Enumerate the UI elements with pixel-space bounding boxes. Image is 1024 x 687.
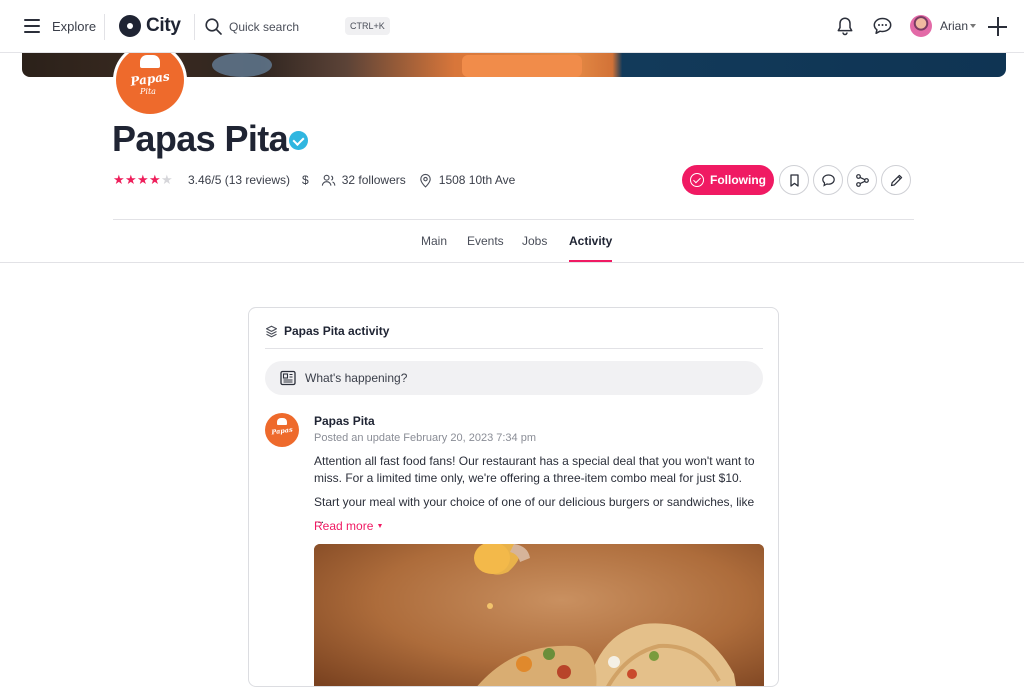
star-filled-icon: ★ [125, 172, 137, 187]
business-name: Papas Pita [112, 118, 289, 159]
price-level: $ [302, 173, 309, 187]
star-empty-icon: ★ [161, 172, 173, 187]
chevron-down-icon[interactable] [970, 24, 976, 28]
share-button[interactable] [847, 165, 877, 195]
business-meta: ★ ★ ★ ★ ★ 3.46/5 (13 reviews) $ 32 followers… [113, 172, 515, 188]
search-icon [205, 18, 222, 35]
post-author-avatar[interactable]: Papas [265, 413, 299, 447]
card-divider [265, 348, 763, 349]
tab-jobs[interactable]: Jobs [522, 234, 547, 262]
profile-tabs: Main Events Jobs Activity [0, 220, 1024, 263]
bookmark-button[interactable] [779, 165, 809, 195]
bookmark-icon [789, 173, 799, 187]
post-image[interactable] [314, 544, 764, 686]
business-logo: Papas Pita [113, 43, 187, 117]
tab-activity[interactable]: Activity [569, 234, 613, 262]
nav-divider [194, 14, 195, 40]
search-input[interactable] [229, 17, 339, 37]
rating-text[interactable]: 3.46/5 (13 reviews) [188, 173, 290, 187]
star-filled-icon: ★ [149, 172, 161, 187]
following-button[interactable]: Following [682, 165, 774, 195]
messages-icon[interactable] [872, 16, 893, 36]
location-pin-icon [420, 173, 431, 188]
verified-badge-icon [289, 131, 308, 150]
business-address[interactable]: 1508 10th Ave [439, 173, 516, 187]
following-label: Following [710, 173, 766, 187]
message-icon [821, 173, 835, 187]
create-plus-icon[interactable] [988, 17, 1007, 36]
message-button[interactable] [813, 165, 843, 195]
read-more-label: Read more [314, 519, 374, 533]
post-author[interactable]: Papas Pita [314, 414, 375, 428]
city-logo-icon [119, 15, 141, 37]
post-paragraph: Attention all fast food fans! Our restau… [314, 454, 755, 485]
star-filled-icon: ★ [113, 172, 125, 187]
pencil-icon [890, 174, 902, 186]
user-name[interactable]: Arian [940, 19, 968, 33]
post-timestamp: Posted an update February 20, 2023 7:34 … [314, 432, 536, 444]
followers-count[interactable]: 32 followers [342, 173, 406, 187]
menu-icon[interactable] [24, 19, 40, 33]
notifications-bell-icon[interactable] [835, 16, 855, 36]
composer-placeholder: What's happening? [305, 371, 408, 385]
star-filled-icon: ★ [137, 172, 149, 187]
check-circle-icon [690, 173, 704, 187]
edit-button[interactable] [881, 165, 911, 195]
read-more-link[interactable]: Read more [314, 519, 383, 533]
logo-text: City [146, 15, 181, 36]
search-shortcut-badge: CTRL+K [345, 17, 390, 35]
activity-header: Papas Pita activity [265, 324, 389, 338]
share-icon [855, 173, 869, 187]
user-avatar[interactable] [910, 15, 932, 37]
caret-down-icon [378, 524, 383, 528]
activity-card: Papas Pita activity What's happening? Pa… [248, 307, 779, 687]
newspaper-icon [280, 370, 296, 386]
tab-main[interactable]: Main [421, 234, 447, 262]
followers-icon [321, 174, 336, 186]
rating-stars[interactable]: ★ ★ ★ ★ ★ [113, 172, 173, 187]
post-composer[interactable]: What's happening? [265, 361, 763, 395]
top-navigation: Explore City CTRL+K Arian [0, 0, 1024, 53]
tab-events[interactable]: Events [467, 234, 504, 262]
activity-title: Papas Pita activity [284, 324, 390, 338]
nav-divider [104, 14, 105, 40]
food-photo [314, 544, 764, 686]
explore-link[interactable]: Explore [52, 19, 96, 34]
layers-icon [265, 325, 278, 337]
city-logo[interactable]: City [119, 15, 181, 37]
